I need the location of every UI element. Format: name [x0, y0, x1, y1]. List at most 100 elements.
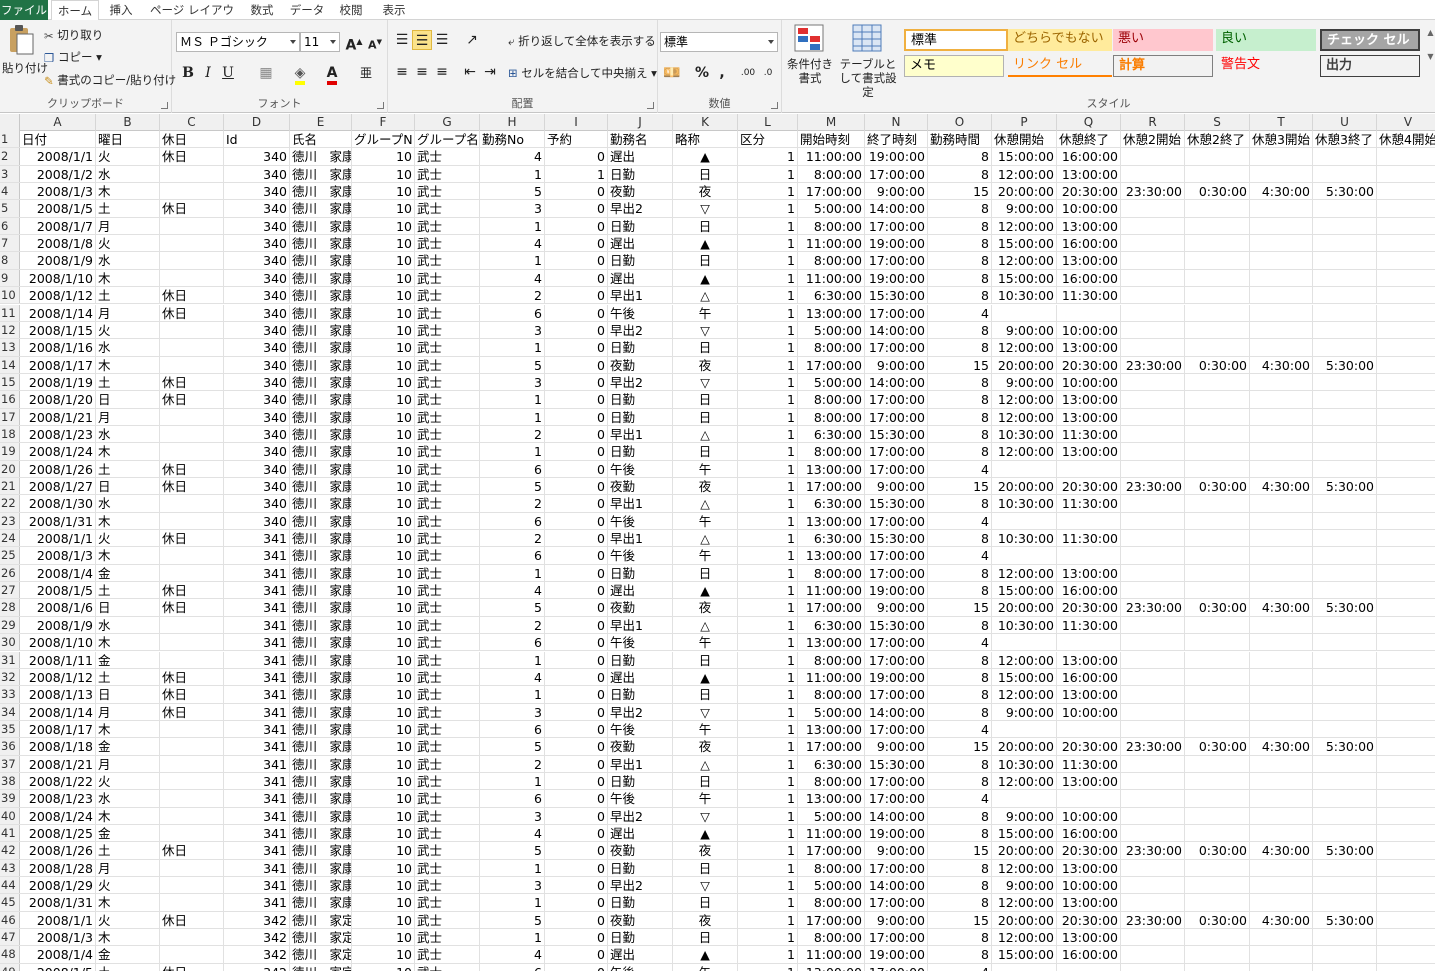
cell-b[interactable]: 金: [96, 738, 160, 755]
cell-r[interactable]: [1121, 339, 1185, 356]
cell-m[interactable]: 8:00:00: [798, 929, 865, 946]
cell-f[interactable]: 10: [352, 720, 415, 738]
cell-l[interactable]: 1: [738, 148, 798, 165]
cell-f[interactable]: 10: [352, 599, 415, 616]
cell-q[interactable]: 13:00:00: [1057, 772, 1121, 790]
cell-i[interactable]: 0: [545, 963, 608, 971]
cell-n[interactable]: 9:00:00: [865, 183, 928, 200]
column-header-u[interactable]: U: [1313, 114, 1377, 131]
cell-s[interactable]: [1185, 790, 1250, 807]
cell-p[interactable]: 9:00:00: [992, 703, 1057, 720]
cell-g[interactable]: 武士: [415, 668, 480, 686]
cell-c[interactable]: [160, 339, 224, 356]
cell-s[interactable]: [1185, 217, 1250, 235]
cell-n[interactable]: 15:30:00: [865, 495, 928, 512]
cell-u[interactable]: [1313, 200, 1377, 217]
cell-n[interactable]: 17:00:00: [865, 790, 928, 807]
cell-e[interactable]: 徳川 家康: [290, 564, 352, 582]
row-number[interactable]: 16: [0, 391, 20, 408]
cell-f[interactable]: 10: [352, 616, 415, 634]
cell-e[interactable]: 徳川 家康: [290, 269, 352, 287]
cell-u[interactable]: 5:30:00: [1313, 183, 1377, 200]
cell-l[interactable]: 1: [738, 269, 798, 287]
cell-n[interactable]: 14:00:00: [865, 703, 928, 720]
cell-c[interactable]: [160, 877, 224, 894]
cell-a[interactable]: 2008/1/3: [20, 183, 96, 200]
cell-l[interactable]: 1: [738, 339, 798, 356]
cell-j[interactable]: 早出2: [608, 703, 673, 720]
cell-d[interactable]: 341: [224, 894, 290, 911]
cell-r[interactable]: [1121, 651, 1185, 668]
cell-g[interactable]: 武士: [415, 686, 480, 703]
cell-b[interactable]: 木: [96, 547, 160, 564]
cell-l[interactable]: 1: [738, 651, 798, 668]
cell-t[interactable]: [1250, 495, 1313, 512]
cell-k[interactable]: △: [673, 495, 738, 512]
cell-u[interactable]: [1313, 460, 1377, 477]
percent-button[interactable]: %: [692, 63, 712, 83]
cell-f[interactable]: 10: [352, 287, 415, 304]
column-header-g[interactable]: G: [415, 114, 480, 131]
cell-i[interactable]: 0: [545, 772, 608, 790]
cell-a[interactable]: 2008/1/23: [20, 790, 96, 807]
cell-s[interactable]: [1185, 373, 1250, 391]
cell-j[interactable]: 遅出: [608, 946, 673, 963]
header-cell[interactable]: Id: [224, 131, 290, 148]
cell-r[interactable]: [1121, 946, 1185, 963]
cell-u[interactable]: [1313, 512, 1377, 530]
cell-t[interactable]: 4:30:00: [1250, 911, 1313, 929]
cell-a[interactable]: 2008/1/17: [20, 356, 96, 373]
column-header-j[interactable]: J: [608, 114, 673, 131]
cell-e[interactable]: 徳川 家康: [290, 877, 352, 894]
cell-s[interactable]: [1185, 825, 1250, 842]
cell-b[interactable]: 土: [96, 582, 160, 599]
cell-h[interactable]: 2: [480, 495, 545, 512]
cell-l[interactable]: 1: [738, 547, 798, 564]
cell-r[interactable]: [1121, 790, 1185, 807]
cell-t[interactable]: [1250, 512, 1313, 530]
cell-l[interactable]: 1: [738, 356, 798, 373]
cell-j[interactable]: 夜勤: [608, 478, 673, 495]
cell-a[interactable]: 2008/1/5: [20, 963, 96, 971]
cell-n[interactable]: 17:00:00: [865, 443, 928, 460]
cell-v[interactable]: [1377, 946, 1435, 962]
cell-k[interactable]: 日: [673, 564, 738, 582]
cell-d[interactable]: 340: [224, 373, 290, 391]
cell-v[interactable]: [1377, 409, 1435, 425]
cell-r[interactable]: [1121, 634, 1185, 651]
cell-n[interactable]: 17:00:00: [865, 512, 928, 530]
cell-l[interactable]: 1: [738, 200, 798, 217]
cell-h[interactable]: 1: [480, 686, 545, 703]
cell-v[interactable]: [1377, 495, 1435, 511]
cell-k[interactable]: 夜: [673, 183, 738, 200]
cell-n[interactable]: 17:00:00: [865, 408, 928, 425]
cell-f[interactable]: 10: [352, 339, 415, 356]
cell-m[interactable]: 13:00:00: [798, 790, 865, 807]
cell-c[interactable]: 休日: [160, 460, 224, 477]
cell-d[interactable]: 341: [224, 755, 290, 772]
cell-e[interactable]: 徳川 家定: [290, 963, 352, 971]
cell-p[interactable]: 12:00:00: [992, 252, 1057, 269]
cell-m[interactable]: 5:00:00: [798, 703, 865, 720]
row-number[interactable]: 42: [0, 842, 20, 859]
cell-u[interactable]: [1313, 252, 1377, 269]
header-cell[interactable]: グループ名: [415, 131, 480, 148]
cell-n[interactable]: 14:00:00: [865, 373, 928, 391]
cell-f[interactable]: 10: [352, 443, 415, 460]
row-number[interactable]: 24: [0, 530, 20, 547]
cell-s[interactable]: 0:30:00: [1185, 842, 1250, 859]
cell-q[interactable]: 10:00:00: [1057, 200, 1121, 217]
cell-i[interactable]: 0: [545, 425, 608, 443]
cell-c[interactable]: [160, 269, 224, 287]
cell-a[interactable]: 2008/1/1: [20, 911, 96, 929]
cell-r[interactable]: 23:30:00: [1121, 356, 1185, 373]
cell-p[interactable]: 15:00:00: [992, 148, 1057, 165]
cell-v[interactable]: [1377, 565, 1435, 581]
cell-o[interactable]: 8: [928, 235, 992, 252]
cell-t[interactable]: [1250, 825, 1313, 842]
cell-h[interactable]: 3: [480, 703, 545, 720]
cell-j[interactable]: 日勤: [608, 859, 673, 877]
cell-v[interactable]: [1377, 218, 1435, 234]
cell-r[interactable]: [1121, 408, 1185, 425]
cell-l[interactable]: 1: [738, 564, 798, 582]
